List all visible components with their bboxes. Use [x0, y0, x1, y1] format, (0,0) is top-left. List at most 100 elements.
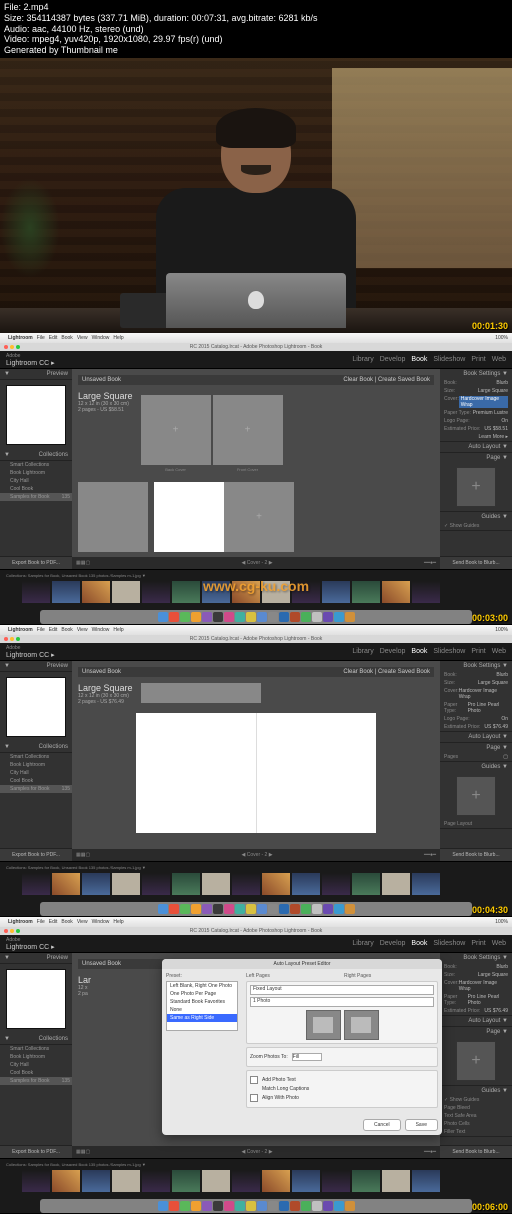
photo-count-select[interactable]: 1 Photo: [250, 997, 434, 1007]
align-checkbox[interactable]: [250, 1094, 258, 1102]
module-book[interactable]: Book: [411, 356, 427, 363]
dock-icon[interactable]: [290, 612, 300, 622]
filmstrip-thumb[interactable]: [172, 581, 200, 603]
send-to-blurb-button[interactable]: Send Book to Blurb...: [440, 556, 512, 569]
menu-help[interactable]: Help: [113, 335, 123, 341]
autolayout-header[interactable]: Auto Layout ▼: [440, 442, 512, 452]
collections-header[interactable]: ▼Collections: [0, 450, 72, 461]
window-controls[interactable]: [4, 345, 20, 349]
guides-header[interactable]: Guides ▼: [440, 512, 512, 522]
page-panel-header[interactable]: Page ▼: [440, 453, 512, 463]
collection-item[interactable]: Book Lightroom: [0, 469, 72, 477]
view-grid-icon[interactable]: ▦▦▢: [76, 560, 90, 566]
cancel-button[interactable]: Cancel: [363, 1119, 401, 1131]
create-saved-button[interactable]: Create Saved Book: [378, 377, 430, 383]
center-toolbar[interactable]: ▦▦▢ ◀ Cover - 2 ▶ ━━●━: [72, 557, 440, 569]
page-spread[interactable]: +: [154, 482, 294, 557]
preview-header[interactable]: ▼Preview: [0, 369, 72, 380]
module-web[interactable]: Web: [492, 356, 506, 363]
preset-option[interactable]: One Photo Per Page: [167, 990, 237, 998]
mac-dock[interactable]: [40, 610, 472, 624]
dialog-title: Auto Layout Preset Editor: [162, 959, 442, 969]
show-guides-toggle[interactable]: ✓ Show Guides: [440, 522, 512, 530]
menu-file[interactable]: File: [37, 335, 45, 341]
cover-strip[interactable]: [141, 683, 261, 703]
clear-book-button[interactable]: Clear Book: [343, 377, 373, 383]
filmstrip-thumb[interactable]: [22, 581, 50, 603]
dock-icon[interactable]: [158, 612, 168, 622]
photo-text-checkbox[interactable]: [250, 1076, 258, 1084]
export-pdf-button[interactable]: Export Book to PDF...: [0, 556, 72, 569]
dock-icon[interactable]: [257, 612, 267, 622]
filmstrip-thumb[interactable]: [352, 581, 380, 603]
dock-icon[interactable]: [268, 612, 278, 622]
dock-icon[interactable]: [224, 612, 234, 622]
dock-icon[interactable]: [202, 612, 212, 622]
dock-icon[interactable]: [213, 612, 223, 622]
meta-file: File: 2.mp4: [4, 2, 508, 13]
preset-list[interactable]: Left Blank, Right One Photo One Photo Pe…: [166, 981, 238, 1031]
page-layout-thumb[interactable]: +: [456, 776, 496, 816]
mac-menubar[interactable]: Lightroom File Edit Book View Window Hel…: [0, 333, 512, 343]
collection-item[interactable]: Cool Book: [0, 485, 72, 493]
module-develop[interactable]: Develop: [380, 356, 406, 363]
page-layout-thumb[interactable]: +: [456, 467, 496, 507]
preset-option[interactable]: Standard Book Favorites: [167, 998, 237, 1006]
filmstrip-thumb[interactable]: [142, 581, 170, 603]
module-slideshow[interactable]: Slideshow: [433, 356, 465, 363]
filmstrip-thumb[interactable]: [292, 581, 320, 603]
preset-option[interactable]: None: [167, 1006, 237, 1014]
layout-type-select[interactable]: Fixed Layout: [250, 985, 434, 995]
filmstrip-thumb[interactable]: [382, 581, 410, 603]
filmstrip-thumb[interactable]: [322, 581, 350, 603]
module-picker[interactable]: LibraryDevelopBookSlideshowPrintWeb: [352, 648, 506, 655]
page-spread[interactable]: [78, 482, 148, 557]
module-picker[interactable]: Library Develop Book Slideshow Print Web: [352, 356, 506, 363]
dock-icon[interactable]: [323, 612, 333, 622]
page-spread-large[interactable]: [78, 713, 434, 833]
timestamp-2: 00:03:00: [472, 613, 508, 623]
filmstrip-thumb[interactable]: [262, 581, 290, 603]
menu-view[interactable]: View: [77, 335, 88, 341]
menu-edit[interactable]: Edit: [49, 335, 58, 341]
dock-icon[interactable]: [191, 612, 201, 622]
filmstrip-thumb[interactable]: [82, 581, 110, 603]
laptop: [156, 273, 356, 333]
preset-option[interactable]: Left Blank, Right One Photo: [167, 982, 237, 990]
filmstrip[interactable]: Collections: Samples for Book, Unsaved B…: [0, 569, 512, 609]
module-print[interactable]: Print: [471, 356, 485, 363]
dock-icon[interactable]: [246, 612, 256, 622]
thumb-size-slider[interactable]: ━━●━: [424, 560, 436, 566]
filmstrip-thumb[interactable]: [202, 581, 230, 603]
cover-dropdown-highlighted[interactable]: Cover:Hardcover Image Wrap: [440, 395, 512, 409]
dock-icon[interactable]: [279, 612, 289, 622]
app-name[interactable]: Lightroom: [8, 335, 33, 341]
preset-option-selected[interactable]: Same as Right Side: [167, 1014, 237, 1022]
filmstrip-thumb[interactable]: [52, 581, 80, 603]
collection-item-selected[interactable]: Samples for Book135: [0, 493, 72, 501]
dock-icon[interactable]: [334, 612, 344, 622]
layout-thumbnail[interactable]: [306, 1010, 341, 1040]
dock-icon[interactable]: [180, 612, 190, 622]
dock-icon[interactable]: [301, 612, 311, 622]
mac-menubar[interactable]: Lightroom FileEditBookViewWindowHelp 100…: [0, 625, 512, 635]
filmstrip-thumb[interactable]: [112, 581, 140, 603]
timestamp-4: 00:06:00: [472, 1202, 508, 1212]
dock-icon[interactable]: [312, 612, 322, 622]
cover-spread[interactable]: ++ Back CoverFront Cover: [141, 395, 283, 472]
dock-icon[interactable]: [235, 612, 245, 622]
zoom-select[interactable]: Fill: [292, 1053, 322, 1061]
menu-book[interactable]: Book: [61, 335, 72, 341]
dock-icon[interactable]: [345, 612, 355, 622]
dock-icon[interactable]: [169, 612, 179, 622]
layout-thumbnail[interactable]: [344, 1010, 379, 1040]
collection-item[interactable]: Smart Collections: [0, 461, 72, 469]
module-library[interactable]: Library: [352, 356, 373, 363]
filmstrip-thumb[interactable]: [232, 581, 260, 603]
book-settings-header[interactable]: Book Settings ▼: [440, 369, 512, 379]
filmstrip-thumb[interactable]: [412, 581, 440, 603]
save-button[interactable]: Save: [405, 1119, 438, 1131]
collection-item[interactable]: City Hall: [0, 477, 72, 485]
menu-window[interactable]: Window: [92, 335, 110, 341]
preview-thumbnail[interactable]: [6, 385, 66, 445]
